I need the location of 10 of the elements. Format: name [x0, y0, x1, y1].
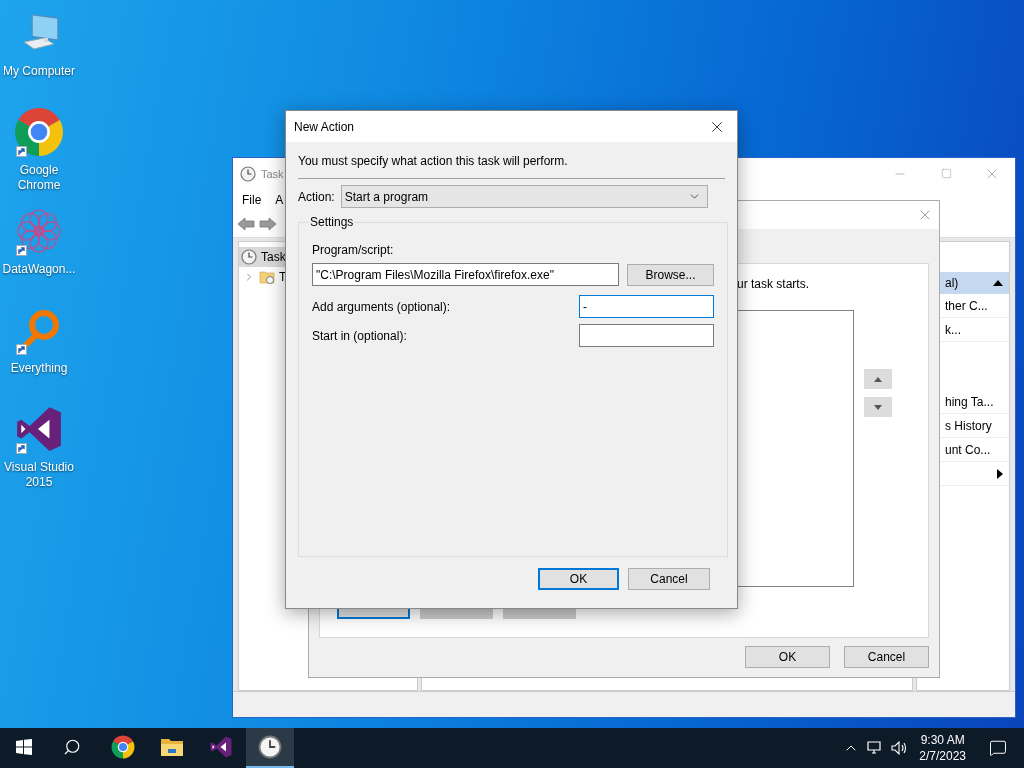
action-label: Action: — [298, 189, 335, 204]
group-title: Settings — [309, 215, 355, 229]
field-label: Start in (optional): — [312, 328, 407, 343]
field-label: Add arguments (optional): — [312, 299, 451, 314]
hint-text: ur task starts. — [736, 277, 811, 291]
instruction-text: You must specify what action this task will perform. — [298, 154, 569, 168]
window-title: Task — [261, 167, 284, 180]
dialog-title: New Action — [294, 119, 355, 134]
actions-header-label: al) — [945, 276, 959, 290]
field-label: Program/script: — [312, 243, 395, 257]
